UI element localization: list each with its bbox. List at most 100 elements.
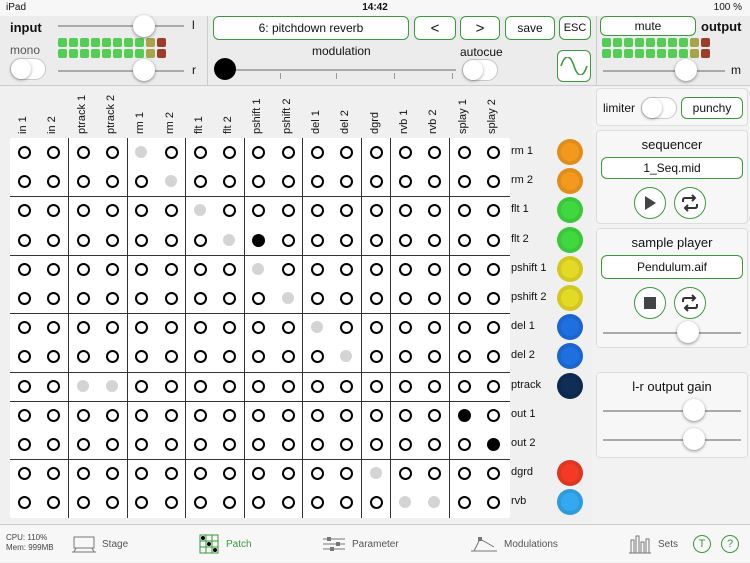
patch-cell[interactable]: [18, 262, 31, 276]
prev-preset-button[interactable]: <: [414, 16, 456, 40]
patch-cell[interactable]: [428, 321, 442, 335]
row-color-indicator[interactable]: [557, 372, 583, 399]
patch-cell[interactable]: [223, 146, 237, 159]
patch-cell[interactable]: [135, 496, 149, 510]
patch-cell[interactable]: [340, 262, 354, 276]
patch-cell[interactable]: [164, 233, 178, 247]
patch-cell[interactable]: [398, 496, 411, 509]
patch-cell[interactable]: [428, 175, 442, 189]
patch-cell[interactable]: [398, 262, 412, 276]
patch-cell[interactable]: [105, 350, 119, 364]
gain-l-knob[interactable]: [683, 399, 705, 421]
patch-cell[interactable]: [105, 146, 119, 159]
patch-cell[interactable]: [457, 233, 471, 247]
patch-cell[interactable]: [281, 350, 295, 364]
patch-cell[interactable]: [398, 175, 412, 189]
patch-cell[interactable]: [105, 408, 119, 422]
patch-cell[interactable]: [281, 438, 295, 451]
patch-cell[interactable]: [311, 262, 324, 276]
esc-button[interactable]: ESC: [559, 16, 591, 40]
row-color-indicator[interactable]: [557, 314, 583, 341]
patch-cell[interactable]: [369, 467, 382, 480]
patch-cell[interactable]: [281, 233, 295, 247]
patch-cell[interactable]: [164, 408, 178, 422]
patch-cell[interactable]: [76, 321, 90, 335]
patch-cell[interactable]: [428, 438, 442, 451]
patch-cell[interactable]: [428, 496, 441, 509]
patch-cell[interactable]: [164, 146, 178, 159]
patch-cell[interactable]: [223, 408, 237, 422]
patch-cell[interactable]: [76, 204, 90, 218]
patch-cell[interactable]: [340, 204, 354, 218]
patch-cell[interactable]: [457, 350, 471, 364]
patch-cell[interactable]: [457, 496, 471, 510]
input-r-knob[interactable]: [133, 59, 155, 81]
patch-cell[interactable]: [252, 292, 266, 305]
waveform-button[interactable]: [557, 50, 591, 82]
patch-cell[interactable]: [281, 496, 295, 510]
patch-cell[interactable]: [76, 379, 89, 392]
patch-cell[interactable]: [18, 438, 31, 451]
patch-cell[interactable]: [311, 438, 324, 451]
patch-cell[interactable]: [428, 146, 442, 159]
patch-cell[interactable]: [457, 467, 471, 481]
patch-cell[interactable]: [193, 262, 207, 276]
patch-cell[interactable]: [428, 467, 442, 481]
patch-cell[interactable]: [135, 467, 149, 481]
autocue-toggle[interactable]: [462, 59, 498, 81]
patch-cell[interactable]: [457, 408, 471, 422]
patch-cell[interactable]: [486, 467, 500, 481]
patch-cell[interactable]: [47, 204, 61, 218]
patch-cell[interactable]: [76, 175, 90, 189]
patch-cell[interactable]: [311, 496, 324, 510]
patch-cell[interactable]: [193, 204, 206, 217]
patch-cell[interactable]: [223, 438, 237, 451]
sample-volume-slider[interactable]: [603, 332, 741, 334]
patch-cell[interactable]: [135, 146, 148, 158]
patch-cell[interactable]: [369, 496, 383, 510]
limiter-toggle[interactable]: [641, 97, 677, 119]
patch-cell[interactable]: [105, 262, 119, 276]
patch-cell[interactable]: [252, 175, 266, 189]
patch-cell[interactable]: [369, 379, 383, 393]
text-button[interactable]: T: [693, 535, 711, 553]
patch-cell[interactable]: [281, 175, 295, 189]
patch-cell[interactable]: [18, 321, 31, 335]
patch-cell[interactable]: [135, 438, 149, 451]
row-color-indicator[interactable]: [557, 255, 583, 282]
patch-cell[interactable]: [457, 438, 471, 451]
patch-cell[interactable]: [311, 204, 324, 218]
modulation-knob[interactable]: [214, 58, 236, 80]
patch-cell[interactable]: [311, 467, 324, 481]
patch-cell[interactable]: [311, 350, 324, 364]
patch-cell[interactable]: [340, 467, 354, 481]
patch-cell[interactable]: [457, 204, 471, 218]
patch-cell[interactable]: [311, 321, 323, 334]
row-color-indicator[interactable]: [557, 168, 583, 195]
patch-cell[interactable]: [252, 350, 266, 364]
patch-cell[interactable]: [135, 408, 149, 422]
patch-cell[interactable]: [369, 408, 383, 422]
next-preset-button[interactable]: >: [460, 16, 500, 40]
patch-cell[interactable]: [486, 175, 500, 189]
patch-cell[interactable]: [486, 408, 500, 422]
patch-cell[interactable]: [369, 146, 383, 159]
patch-cell[interactable]: [340, 321, 354, 335]
patch-cell[interactable]: [252, 379, 266, 393]
patch-cell[interactable]: [252, 408, 266, 422]
punchy-button[interactable]: punchy: [681, 97, 743, 119]
patch-cell[interactable]: [252, 204, 266, 218]
patch-cell[interactable]: [135, 321, 149, 335]
patch-cell[interactable]: [486, 292, 500, 305]
patch-cell[interactable]: [340, 379, 354, 393]
mono-toggle[interactable]: [10, 58, 46, 80]
tab-sets[interactable]: Sets: [628, 525, 678, 563]
patch-cell[interactable]: [369, 350, 383, 364]
patch-cell[interactable]: [486, 204, 500, 218]
patch-cell[interactable]: [193, 146, 207, 159]
patch-cell[interactable]: [47, 350, 61, 364]
row-color-indicator[interactable]: [557, 226, 583, 253]
patch-cell[interactable]: [252, 467, 266, 481]
patch-cell[interactable]: [369, 175, 383, 189]
patch-cell[interactable]: [193, 292, 207, 305]
